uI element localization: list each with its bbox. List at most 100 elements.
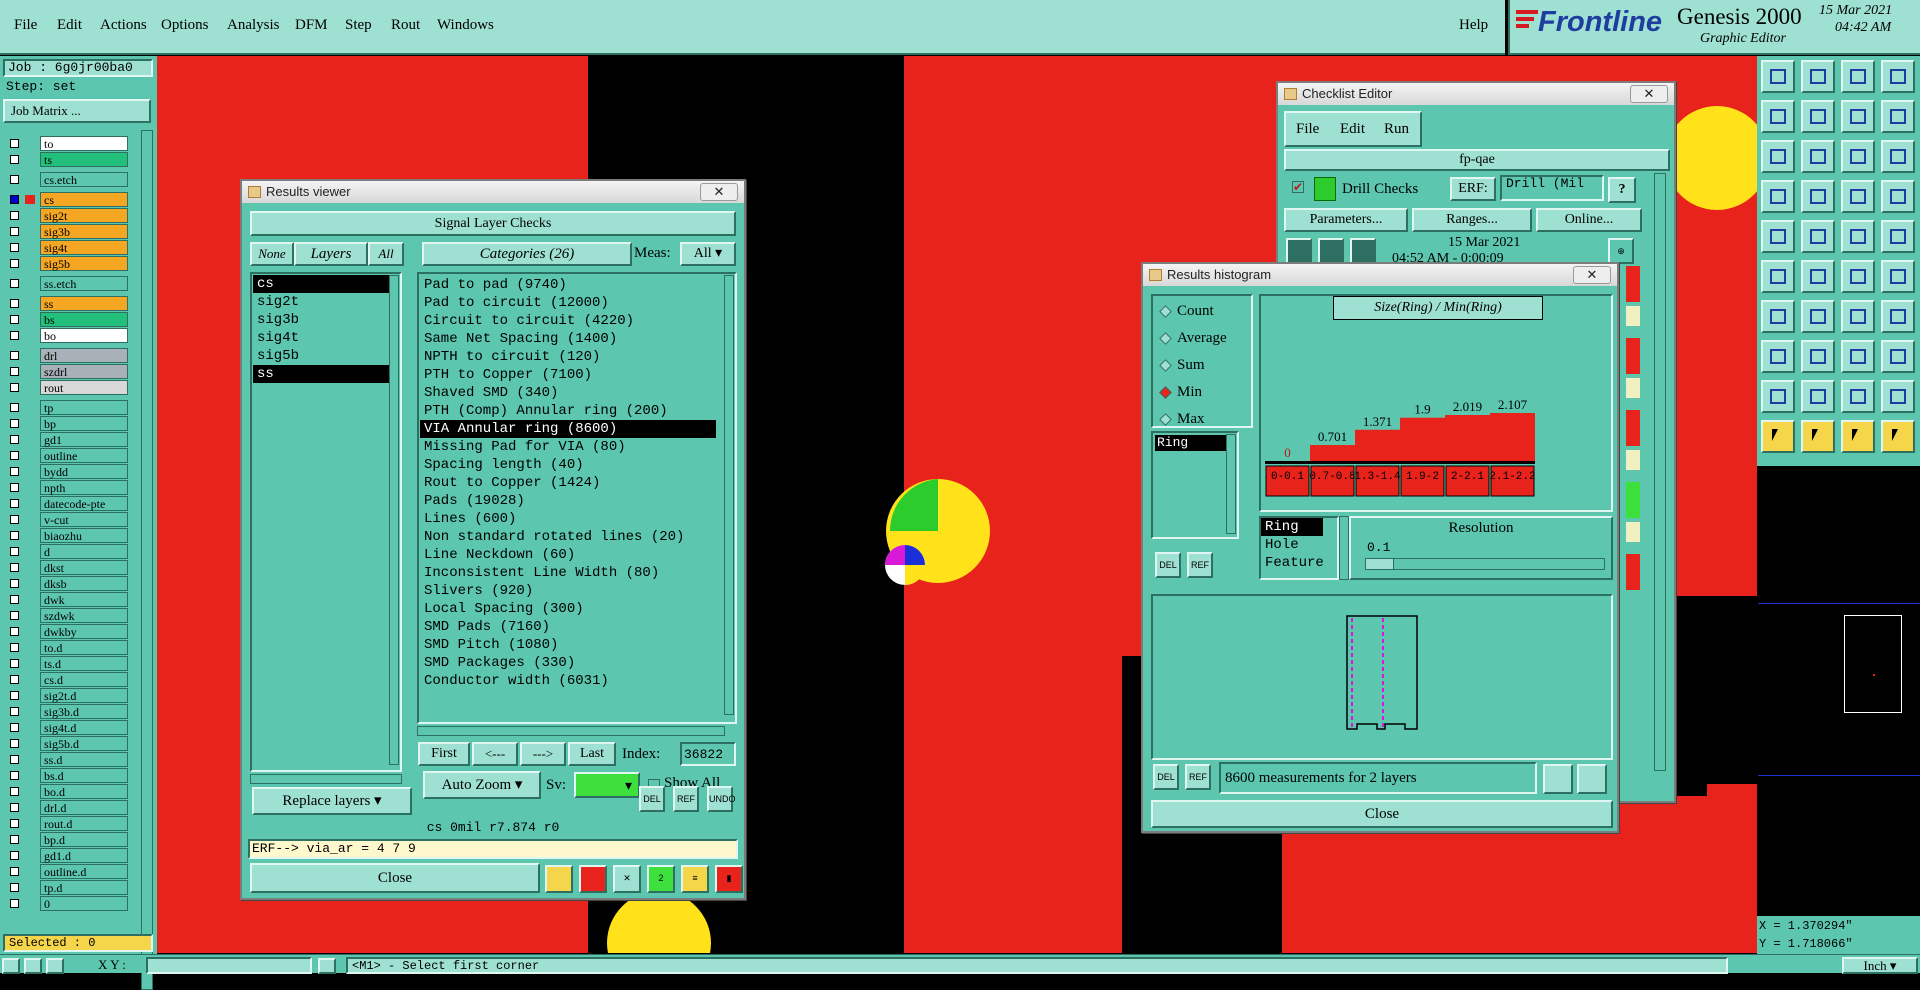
del-icon[interactable]: DEL [1155,552,1181,578]
categories-hscrollbar[interactable] [417,726,725,736]
help-icon[interactable] [1881,140,1915,173]
menu-rout[interactable]: Rout [391,17,420,34]
layer-name[interactable]: ss.etch [40,276,128,291]
menu-edit[interactable]: Edit [57,17,82,34]
layer-row[interactable]: bydd [6,464,128,479]
draw-shape-icon[interactable] [1801,220,1835,253]
histogram-close-button[interactable]: Close [1151,800,1613,828]
connect-icon[interactable] [1881,260,1915,293]
category-item[interactable]: Missing Pad for VIA (80) [420,438,716,456]
layer-list-item[interactable]: cs [253,275,393,293]
group-icon[interactable] [1881,340,1915,373]
histogram-bar[interactable] [1490,413,1535,461]
layer-row[interactable]: bs.d [6,768,128,783]
zoom-icon[interactable] [545,865,573,893]
aggregate-option[interactable]: Min [1159,383,1249,403]
run-icon[interactable] [1286,238,1312,264]
layer-row[interactable]: sig2t [6,208,128,223]
layer-row[interactable]: tp.d [6,880,128,895]
layer-checkbox[interactable] [10,851,19,860]
layer-list-item[interactable]: sig4t [253,329,393,347]
layer-row[interactable]: dwk [6,592,128,607]
layers-list[interactable]: cs sig2t sig3b sig4t sig5b ss [253,275,393,383]
layer-name[interactable]: bs.d [40,768,128,783]
layer-list-item[interactable]: sig3b [253,311,393,329]
layer-checkbox[interactable] [10,451,19,460]
layer-checkbox[interactable] [10,195,19,204]
category-item[interactable]: VIA Annular ring (8600) [420,420,716,438]
checklist-menu-edit[interactable]: Edit [1340,121,1365,138]
layer-name[interactable]: drl.d [40,800,128,815]
layer-name[interactable]: dwk [40,592,128,607]
layer-checkbox[interactable] [10,351,19,360]
layer-row[interactable]: sig3b.d [6,704,128,719]
last-button[interactable]: Last [568,742,616,766]
layer-row[interactable]: to.d [6,640,128,655]
sv-color-dropdown[interactable]: ▾ [574,772,640,798]
zoom-in-icon[interactable]: ⊕ [1608,238,1634,264]
category-item[interactable]: Same Net Spacing (1400) [420,330,716,348]
close-icon[interactable]: ✕ [700,183,738,201]
layer-name[interactable]: dksb [40,576,128,591]
aggregate-option[interactable]: Average [1159,329,1249,349]
triangle-c-icon[interactable] [1841,380,1875,413]
layer-checkbox[interactable] [10,315,19,324]
layer-row[interactable]: npth [6,480,128,495]
checklist-menu-run[interactable]: Run [1384,121,1409,138]
layer-name[interactable]: sig3b.d [40,704,128,719]
layer-name[interactable]: to.d [40,640,128,655]
ref-icon[interactable]: REF [673,786,699,812]
radio-icon[interactable] [1159,386,1172,399]
category-item[interactable]: Pad to circuit (12000) [420,294,716,312]
layer-checkbox[interactable] [10,211,19,220]
film-icon[interactable] [1761,220,1795,253]
layer-row[interactable]: sig5b.d [6,736,128,751]
category-item[interactable]: Pads (19028) [420,492,716,510]
layer-checkbox[interactable] [10,531,19,540]
category-item[interactable]: Non standard rotated lines (20) [420,528,716,546]
layers-button[interactable]: Layers [294,242,368,266]
snap-icon[interactable] [1761,180,1795,213]
layer-row[interactable]: 0 [6,896,128,911]
ref-icon[interactable]: REF [1185,764,1211,790]
category-item[interactable]: Rout to Copper (1424) [420,474,716,492]
categories-list[interactable]: Pad to pad (9740) Pad to circuit (12000) C… [420,276,716,690]
menu-actions[interactable]: Actions [100,17,147,34]
layer-checkbox[interactable] [10,835,19,844]
layer-row[interactable]: tp [6,400,128,415]
layer-checkbox[interactable] [10,155,19,164]
close-button[interactable]: Close [250,863,540,893]
layer-name[interactable]: drl [40,348,128,363]
layer-name[interactable]: datecode-pte [40,496,128,511]
layer-checkbox[interactable] [10,723,19,732]
layer-name[interactable]: sig2t.d [40,688,128,703]
record-icon[interactable] [1801,180,1835,213]
print-icon[interactable] [1577,764,1607,794]
layers-scrollbar[interactable] [389,275,399,765]
add-node-icon[interactable] [1761,340,1795,373]
layer-name[interactable]: sig5b.d [40,736,128,751]
layer-row[interactable]: cs.d [6,672,128,687]
layer-row[interactable]: sig5b [6,256,128,271]
layer-name[interactable]: 0 [40,896,128,911]
layer-row[interactable]: ts [6,152,128,167]
move-right-icon[interactable] [1801,100,1835,133]
layer-row[interactable]: ts.d [6,656,128,671]
layer-name[interactable]: bp [40,416,128,431]
layer-checkbox[interactable] [10,547,19,556]
layer-name[interactable]: cs [40,192,128,207]
layer-checkbox[interactable] [10,771,19,780]
erf-value[interactable]: Drill (Mil [1500,175,1604,201]
layer-row[interactable]: dwkby [6,624,128,639]
menu-step[interactable]: Step [345,17,372,34]
checklist-titlebar[interactable]: Checklist Editor ✕ [1278,83,1674,105]
pointer-line-icon[interactable] [1841,260,1875,293]
layer-row[interactable]: drl.d [6,800,128,815]
meas-dropdown[interactable]: All ▾ [680,242,736,266]
category-item[interactable]: Spacing length (40) [420,456,716,474]
category-item[interactable]: Shaved SMD (340) [420,384,716,402]
layer-name[interactable]: npth [40,480,128,495]
overview-map[interactable] [1757,466,1920,916]
layer-row[interactable]: sig4t.d [6,720,128,735]
units-dropdown[interactable]: Inch ▾ [1842,957,1918,974]
